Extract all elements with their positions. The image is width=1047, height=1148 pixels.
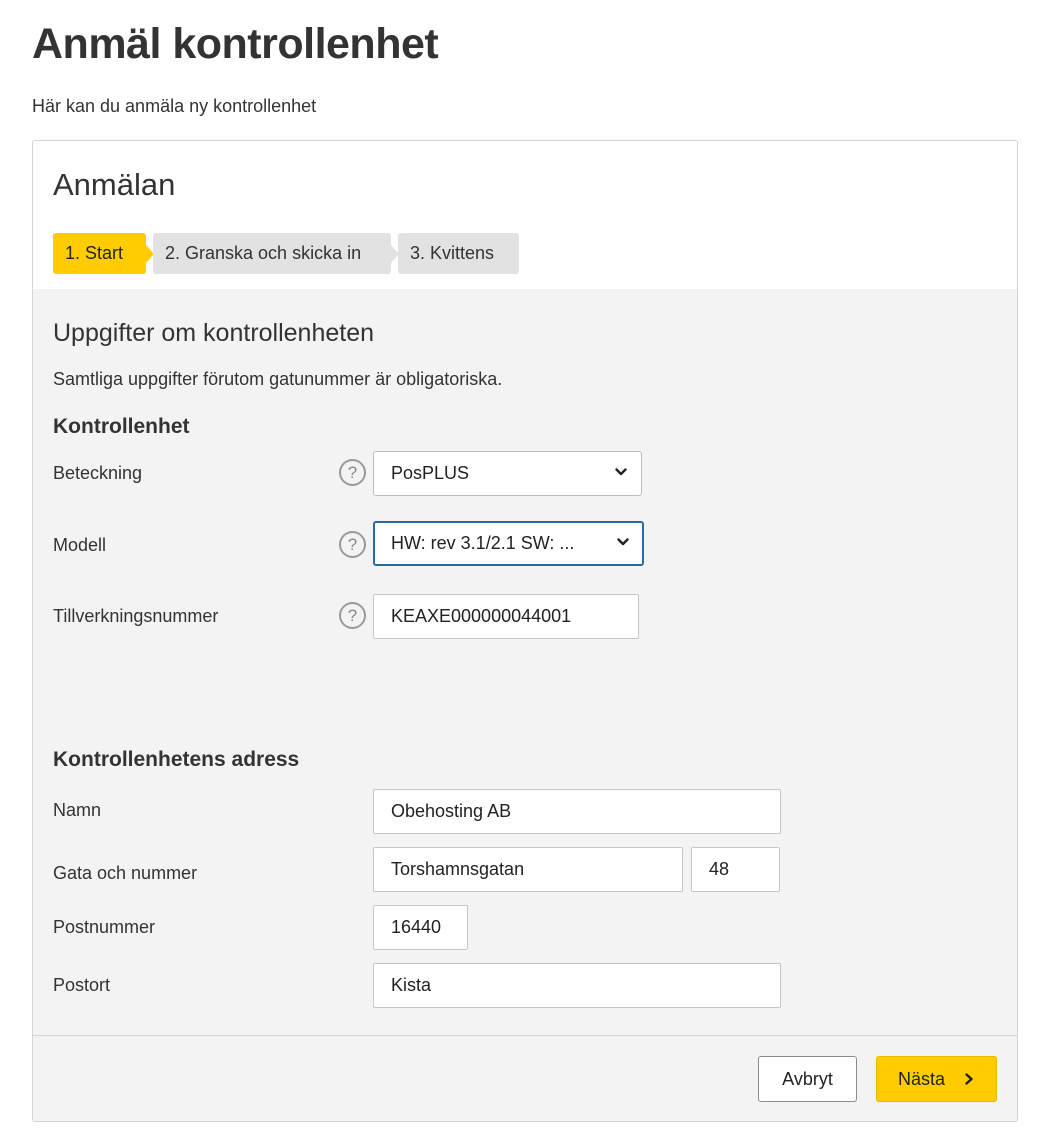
help-icon[interactable]: ? [339,531,366,558]
step-start: 1. Start [53,233,146,274]
designation-select[interactable]: PosPLUS [373,451,642,496]
postcode-label: Postnummer [53,917,156,937]
next-button-label: Nästa [898,1069,946,1089]
step-label: 1. Start [65,243,124,263]
serial-label: Tillverkningsnummer [53,606,219,626]
postcode-value: 16440 [391,917,442,937]
model-select[interactable]: HW: rev 3.1/2.1 SW: ... [373,521,644,566]
step-label: 3. Kvittens [410,243,495,263]
step-label: 2. Granska och skicka in [165,243,362,263]
street-number-input[interactable]: 48 [691,847,780,892]
help-icon[interactable]: ? [339,459,366,486]
city-value: Kista [391,975,432,995]
chevron-down-icon [617,538,629,546]
card-title: Anmälan [53,167,176,202]
serial-number-input[interactable]: KEAXE000000044001 [373,594,639,639]
page-subtitle: Här kan du anmäla ny kontrollenhet [32,96,317,116]
address-heading: Kontrollenhetens adress [53,748,300,771]
model-label: Modell [53,535,107,555]
chevron-down-icon [615,468,627,476]
city-input[interactable]: Kista [373,963,781,1008]
registration-card: Anmälan 1. Start 2. Granska och skicka i… [32,140,1018,1122]
model-value: HW: rev 3.1/2.1 SW: ... [391,533,575,553]
next-button[interactable]: Nästa [876,1056,997,1102]
chevron-right-icon [965,1073,973,1085]
step-receipt: 3. Kvittens [398,233,519,274]
city-label: Postort [53,975,111,995]
street-value: Torshamnsgatan [391,859,525,879]
postcode-input[interactable]: 16440 [373,905,468,950]
cancel-button-label: Avbryt [782,1069,833,1089]
street-input[interactable]: Torshamnsgatan [373,847,683,892]
page-title: Anmäl kontrollenhet [32,20,439,68]
unit-heading: Kontrollenhet [53,415,190,438]
card-header: Anmälan 1. Start 2. Granska och skicka i… [33,141,1017,289]
form-body: Uppgifter om kontrollenheten Samtliga up… [33,289,1017,1035]
street-label: Gata och nummer [53,863,198,883]
designation-value: PosPLUS [391,463,470,483]
name-value: Obehosting AB [391,801,512,821]
card-footer: Avbryt Nästa [33,1035,1017,1121]
section-title: Uppgifter om kontrollenheten [53,319,375,347]
cancel-button[interactable]: Avbryt [758,1056,857,1102]
section-note: Samtliga uppgifter förutom gatunummer är… [53,369,503,389]
street-number-value: 48 [709,859,730,879]
help-icon[interactable]: ? [339,602,366,629]
name-input[interactable]: Obehosting AB [373,789,781,834]
name-label: Namn [53,800,102,820]
serial-number-value: KEAXE000000044001 [391,606,572,626]
designation-label: Beteckning [53,463,143,483]
step-review-submit: 2. Granska och skicka in [153,233,391,274]
